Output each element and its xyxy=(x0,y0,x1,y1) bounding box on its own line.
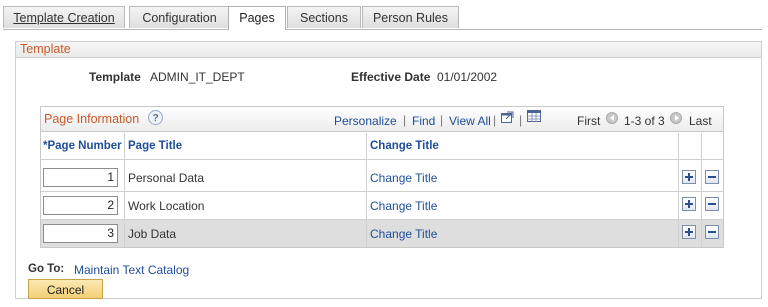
add-row-icon[interactable] xyxy=(682,197,696,211)
separator: | xyxy=(519,113,523,127)
template-section-title: Template xyxy=(20,42,71,56)
tab-configuration[interactable]: Configuration xyxy=(129,6,230,28)
cancel-button[interactable]: Cancel xyxy=(28,279,103,299)
help-icon[interactable]: ? xyxy=(148,110,163,125)
tab-label: Configuration xyxy=(142,11,217,25)
effective-date-label: Effective Date xyxy=(351,70,431,84)
page-number-input[interactable]: 2 xyxy=(43,196,118,215)
maintain-text-catalog-link[interactable]: Maintain Text Catalog xyxy=(74,263,189,277)
page-number-input[interactable]: 3 xyxy=(43,224,118,243)
download-grid-icon[interactable] xyxy=(527,110,541,122)
separator: | xyxy=(493,113,497,127)
goto-label: Go To: xyxy=(28,263,65,275)
column-divider xyxy=(678,133,679,247)
tab-sections[interactable]: Sections xyxy=(287,6,361,28)
separator: | xyxy=(440,113,444,127)
tab-label: Pages xyxy=(239,11,275,25)
tab-label: Template Creation xyxy=(13,11,115,25)
add-row-icon[interactable] xyxy=(682,170,696,184)
row-range: 1-3 of 3 xyxy=(624,114,665,128)
next-row-icon[interactable] xyxy=(670,112,682,124)
find-link[interactable]: Find xyxy=(412,114,435,128)
zoom-icon[interactable] xyxy=(501,111,514,123)
tab-label: Person Rules xyxy=(372,11,449,25)
page-title-cell: Personal Data xyxy=(128,171,205,185)
previous-row-icon[interactable] xyxy=(606,112,618,124)
tab-pages[interactable]: Pages xyxy=(228,6,286,30)
delete-row-icon[interactable] xyxy=(705,225,719,239)
tab-baseline xyxy=(3,29,762,30)
column-divider xyxy=(366,133,367,247)
add-row-icon[interactable] xyxy=(682,225,696,239)
row-divider xyxy=(41,159,723,160)
effective-date-value: 01/01/2002 xyxy=(437,70,498,84)
tab-template-creation[interactable]: Template Creation xyxy=(3,6,125,28)
change-title-link[interactable]: Change Title xyxy=(370,227,437,241)
column-header-page-title[interactable]: Page Title xyxy=(128,140,182,152)
personalize-link[interactable]: Personalize xyxy=(334,114,397,128)
row-divider xyxy=(41,219,723,220)
column-header-change-title[interactable]: Change Title xyxy=(370,140,439,152)
change-title-link[interactable]: Change Title xyxy=(370,171,437,185)
row-divider xyxy=(41,191,723,192)
first-label: First xyxy=(577,114,601,128)
template-value: ADMIN_IT_DEPT xyxy=(150,70,245,84)
page-title-cell: Work Location xyxy=(128,199,205,213)
tab-label: Sections xyxy=(300,11,348,25)
grid-title: Page Information xyxy=(44,112,140,126)
page-number-input[interactable]: 1 xyxy=(43,168,118,187)
separator: | xyxy=(403,113,407,127)
column-header-page-number[interactable]: *Page Number xyxy=(43,140,122,152)
view-all-link[interactable]: View All xyxy=(449,114,491,128)
column-divider xyxy=(701,133,702,247)
page-title-cell: Job Data xyxy=(128,227,177,241)
tab-person-rules[interactable]: Person Rules xyxy=(362,6,459,28)
template-label: Template xyxy=(89,70,141,84)
delete-row-icon[interactable] xyxy=(705,197,719,211)
last-label: Last xyxy=(689,114,712,128)
delete-row-icon[interactable] xyxy=(705,170,719,184)
column-divider xyxy=(124,133,125,247)
template-header-bar xyxy=(15,41,762,58)
change-title-link[interactable]: Change Title xyxy=(370,199,437,213)
